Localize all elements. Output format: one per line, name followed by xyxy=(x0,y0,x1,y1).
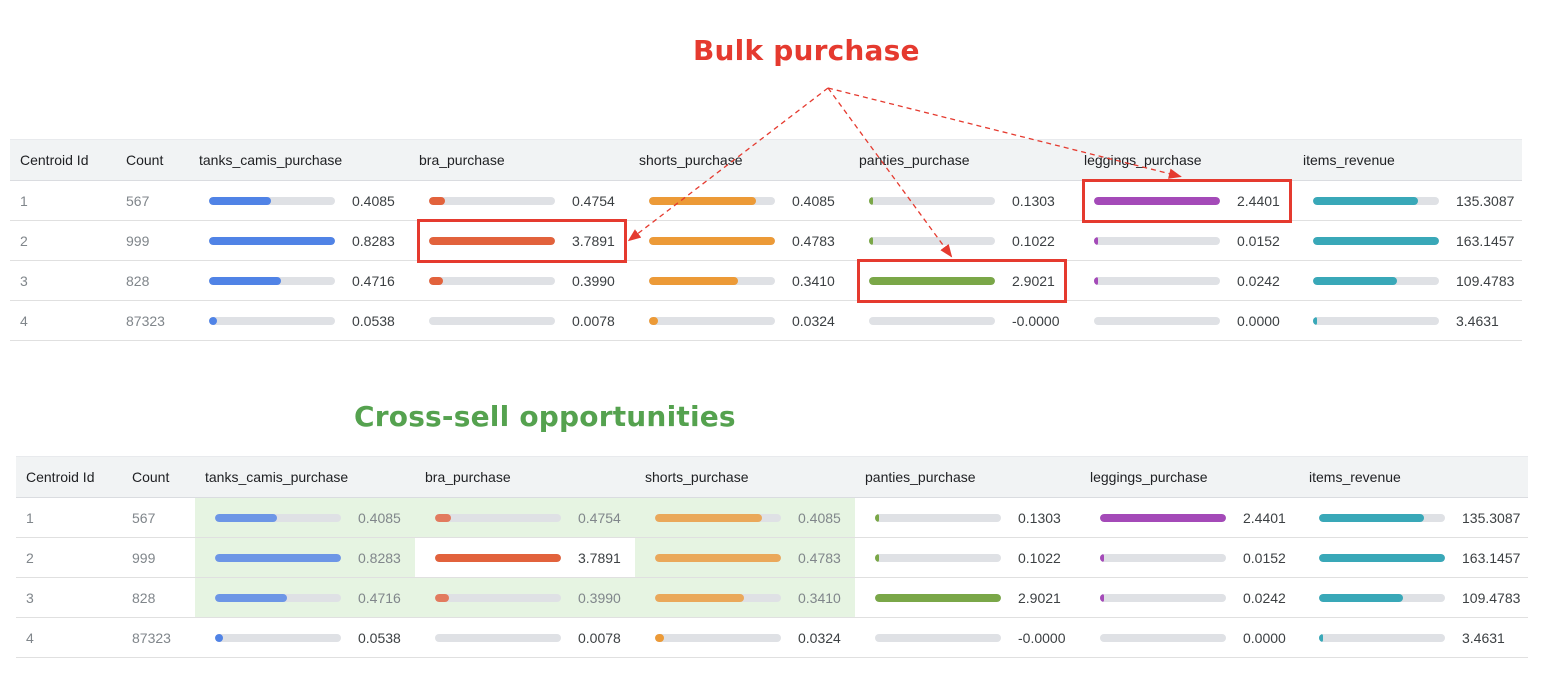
bulk-arrow xyxy=(827,87,953,258)
bulk-highlight-box xyxy=(1082,178,1292,223)
bulk-highlight-box xyxy=(857,258,1067,303)
bulk-arrow xyxy=(627,87,829,242)
bulk-arrow xyxy=(827,87,1182,179)
bulk-highlight-box xyxy=(417,218,627,263)
annotation-arrows xyxy=(627,87,1182,258)
